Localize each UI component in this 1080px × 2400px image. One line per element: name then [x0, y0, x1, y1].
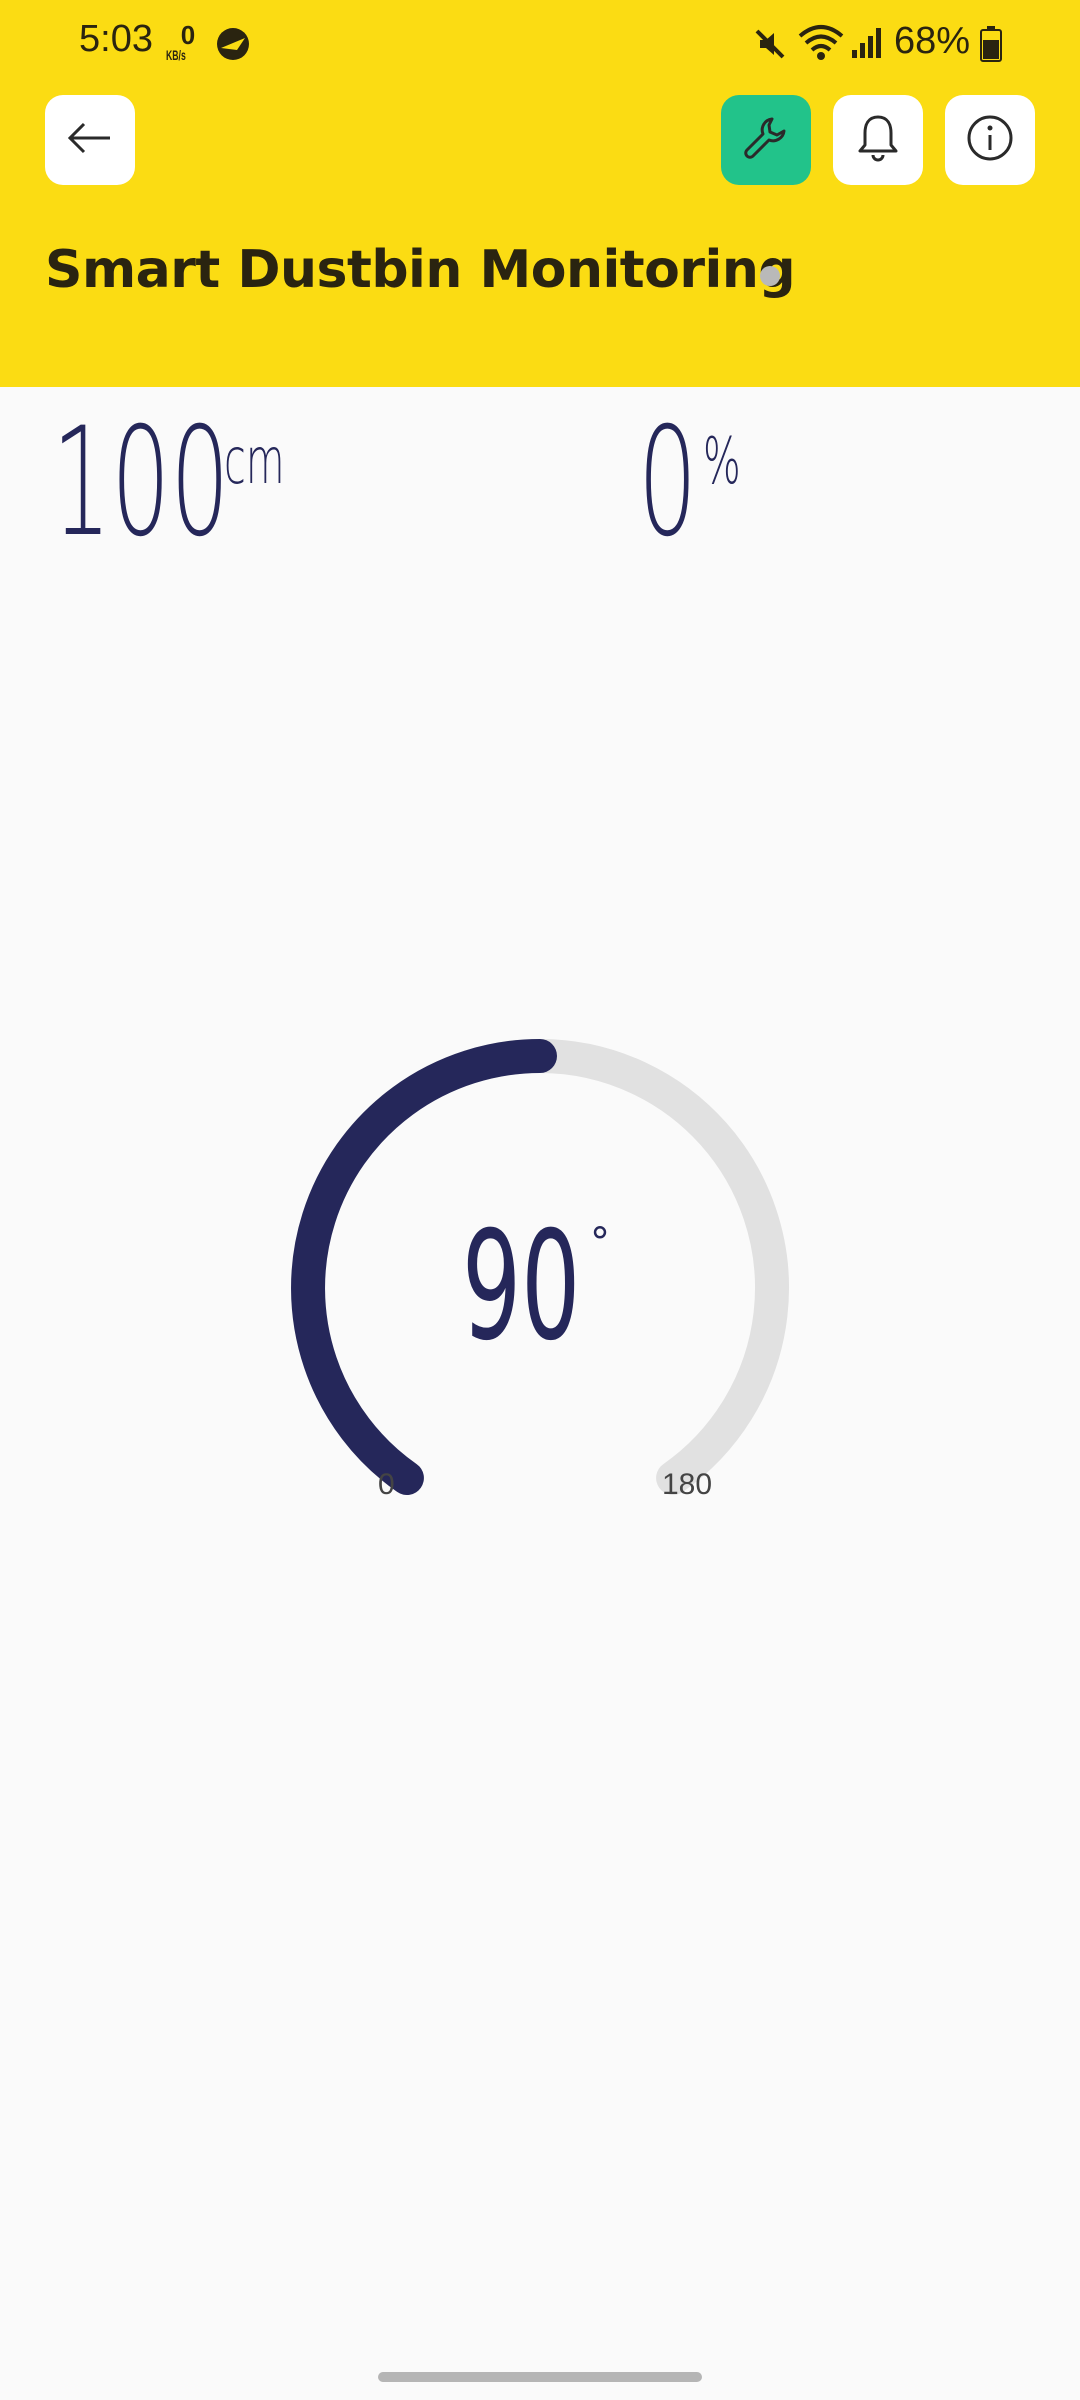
gauge-value: 90: [462, 1200, 581, 1374]
distance-display: 100 cm: [52, 408, 338, 558]
notifications-button[interactable]: [833, 95, 923, 185]
wrench-icon: [741, 113, 791, 167]
info-icon: [965, 113, 1015, 167]
network-speed: 0 KB/s: [166, 20, 210, 62]
status-time: 5:03: [79, 18, 153, 60]
battery-percentage: 68%: [894, 20, 971, 62]
gauge-min-label: 0: [378, 1468, 395, 1501]
network-speed-unit: KB/s: [166, 47, 186, 63]
settings-button[interactable]: [721, 95, 811, 185]
network-speed-value: 0: [180, 20, 196, 50]
signal-icon: [850, 26, 884, 64]
gauge-max-label: 180: [662, 1468, 713, 1501]
app-notification-icon: [215, 26, 251, 66]
fill-level-unit: %: [703, 425, 741, 499]
distance-value: 100: [52, 396, 230, 570]
connection-status-dot: [760, 266, 780, 286]
fill-level-value: 0: [638, 396, 698, 570]
info-button[interactable]: [945, 95, 1035, 185]
back-button[interactable]: [45, 95, 135, 185]
battery-icon: [980, 26, 1002, 66]
wifi-icon: [798, 24, 844, 66]
bell-icon: [855, 113, 901, 167]
mute-icon: [752, 26, 788, 66]
home-indicator[interactable]: [378, 2372, 702, 2382]
gauge-unit: °: [590, 1220, 610, 1266]
distance-unit: cm: [224, 425, 285, 499]
arrow-left-icon: [66, 120, 114, 160]
fill-level-display: 0 %: [638, 396, 741, 570]
page-title: Smart Dustbin Monitoring: [45, 240, 796, 300]
